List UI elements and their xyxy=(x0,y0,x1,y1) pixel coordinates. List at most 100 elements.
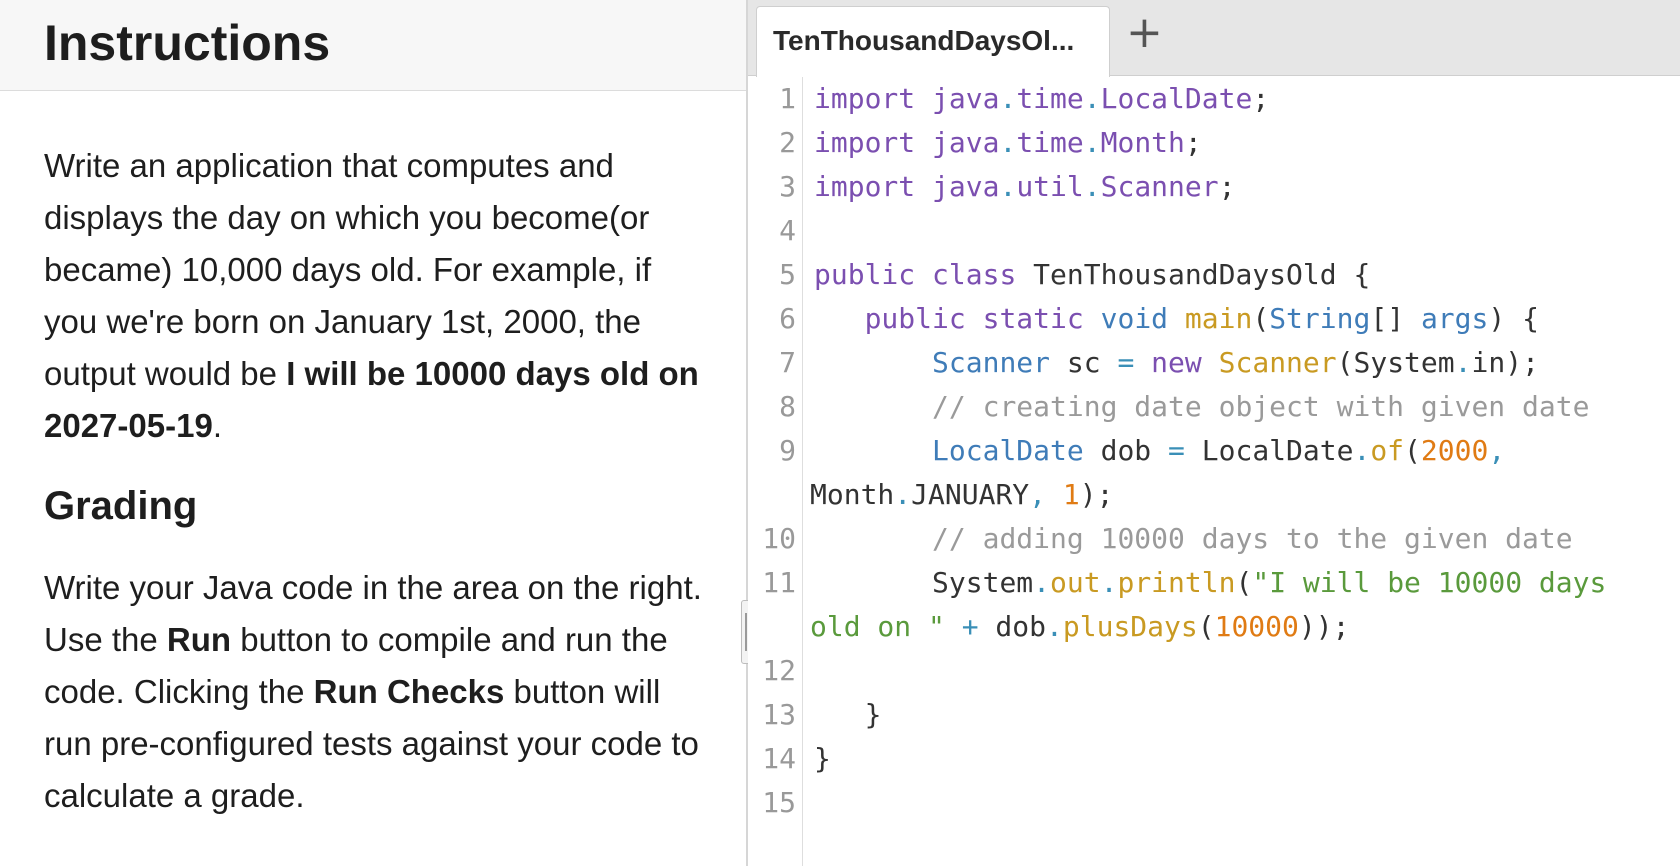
code-line: Scanner sc = new Scanner(System.in); xyxy=(814,341,1539,385)
code-token: ( xyxy=(1197,610,1215,643)
code-string: old on " xyxy=(810,610,945,643)
code-token: java xyxy=(915,170,1000,203)
code-token: public xyxy=(814,258,916,291)
code-token: . xyxy=(1083,126,1101,159)
code-token: out xyxy=(1050,566,1101,599)
grading-paragraph: Write your Java code in the area on the … xyxy=(44,562,704,822)
code-line: System.out.println("I will be 10000 days xyxy=(814,561,1606,605)
code-token: ( xyxy=(1404,434,1421,467)
code-token: import xyxy=(814,170,916,203)
instructions-header: Instructions xyxy=(0,0,746,91)
code-token: . xyxy=(1033,566,1051,599)
code-token: . xyxy=(1353,434,1371,467)
run-checks-keyword: Run Checks xyxy=(313,673,505,710)
paragraph-text-end: . xyxy=(212,407,222,444)
code-number: 1 xyxy=(1046,478,1080,511)
code-line: public class TenThousandDaysOld { xyxy=(814,253,1370,297)
code-token: LocalDate xyxy=(1184,434,1354,467)
code-token: . xyxy=(1100,566,1118,599)
line-number: 8 xyxy=(779,390,796,423)
code-token: ) { xyxy=(1488,302,1539,335)
code-token: plusDays xyxy=(1062,610,1198,643)
instructions-body: Write an application that computes and d… xyxy=(44,140,704,822)
grip-line xyxy=(745,613,747,651)
code-token: TenThousandDaysOld { xyxy=(1016,258,1371,291)
code-token: args xyxy=(1420,302,1489,335)
code-token: public xyxy=(864,302,966,335)
code-string: "I will be 10000 days xyxy=(1252,566,1607,599)
line-number-gutter: 1 2 3 4 5 6 7 8 9 10 11 12 13 14 15 xyxy=(748,77,803,866)
code-token: LocalDate xyxy=(1100,82,1253,115)
line-number: 1 xyxy=(779,82,796,115)
code-token: main xyxy=(1168,302,1253,335)
code-token: Scanner xyxy=(932,346,1051,379)
add-tab-icon[interactable]: + xyxy=(1126,8,1163,58)
instructions-title: Instructions xyxy=(44,15,331,71)
line-number: 9 xyxy=(779,434,796,467)
code-token: , xyxy=(1029,478,1047,511)
code-line: } xyxy=(814,742,831,775)
line-number: 6 xyxy=(779,302,796,335)
line-number: 10 xyxy=(762,522,796,555)
line-number: 7 xyxy=(779,346,796,379)
tab-tenthousanddaysold[interactable]: TenThousandDaysOl... xyxy=(756,6,1110,77)
code-token: . xyxy=(1083,82,1101,115)
code-editor[interactable]: 1 2 3 4 5 6 7 8 9 10 11 12 13 14 15 impo… xyxy=(748,77,1680,866)
code-token: LocalDate xyxy=(932,434,1084,467)
code-token: + xyxy=(944,610,979,643)
code-token: . xyxy=(1083,170,1101,203)
code-token: ; xyxy=(1184,126,1202,159)
line-number: 14 xyxy=(762,742,796,775)
code-token: [] xyxy=(1370,302,1421,335)
line-number: 12 xyxy=(762,654,796,687)
line-number: 3 xyxy=(779,170,796,203)
code-token: time xyxy=(1016,126,1084,159)
code-token: time xyxy=(1016,82,1084,115)
code-line: } xyxy=(814,698,882,731)
instructions-panel: Instructions Write an application that c… xyxy=(0,0,746,866)
code-token: sc xyxy=(1050,346,1118,379)
line-number: 11 xyxy=(762,566,796,599)
line-number: 2 xyxy=(779,126,796,159)
code-token: ; xyxy=(1252,82,1270,115)
editor-tab-bar: TenThousandDaysOl... + xyxy=(748,0,1680,77)
tab-label: TenThousandDaysOl... xyxy=(773,25,1075,56)
code-token: ( xyxy=(1252,302,1270,335)
code-token: . xyxy=(999,126,1017,159)
code-number: 2000 xyxy=(1420,434,1489,467)
code-token: Month xyxy=(810,478,895,511)
code-line-wrapped: Month.JANUARY, 1); xyxy=(810,473,1113,517)
code-token: . xyxy=(1454,346,1472,379)
code-token: ); xyxy=(1079,478,1114,511)
code-token: java xyxy=(915,82,1000,115)
code-token: . xyxy=(1046,610,1063,643)
line-number: 5 xyxy=(779,258,796,291)
code-line-wrapped: old on " + dob.plusDays(10000)); xyxy=(810,605,1349,649)
code-token: System xyxy=(932,566,1034,599)
code-line: LocalDate dob = LocalDate.of(2000, xyxy=(814,429,1505,473)
code-token: dob xyxy=(978,610,1047,643)
code-line: // creating date object with given date xyxy=(814,385,1589,429)
code-line: import java.time.Month; xyxy=(814,121,1202,165)
code-token: JANUARY xyxy=(911,478,1030,511)
instructions-paragraph: Write an application that computes and d… xyxy=(44,140,704,452)
code-token: util xyxy=(1016,170,1084,203)
code-token: new xyxy=(1134,346,1202,379)
code-editor-panel: TenThousandDaysOl... + 1 2 3 4 5 6 7 8 9… xyxy=(748,0,1680,866)
code-token: in); xyxy=(1471,346,1539,379)
code-line: public static void main(String[] args) { xyxy=(814,297,1539,341)
code-token: static xyxy=(965,302,1084,335)
code-token: dob xyxy=(1083,434,1169,467)
code-token: Month xyxy=(1100,126,1185,159)
code-token: String xyxy=(1269,302,1371,335)
code-token: = xyxy=(1168,434,1185,467)
line-number: 15 xyxy=(762,786,796,819)
code-number: 10000 xyxy=(1214,610,1299,643)
code-token: (System xyxy=(1336,346,1455,379)
code-token: class xyxy=(915,258,1017,291)
code-token: . xyxy=(894,478,912,511)
line-number: 4 xyxy=(779,214,796,247)
